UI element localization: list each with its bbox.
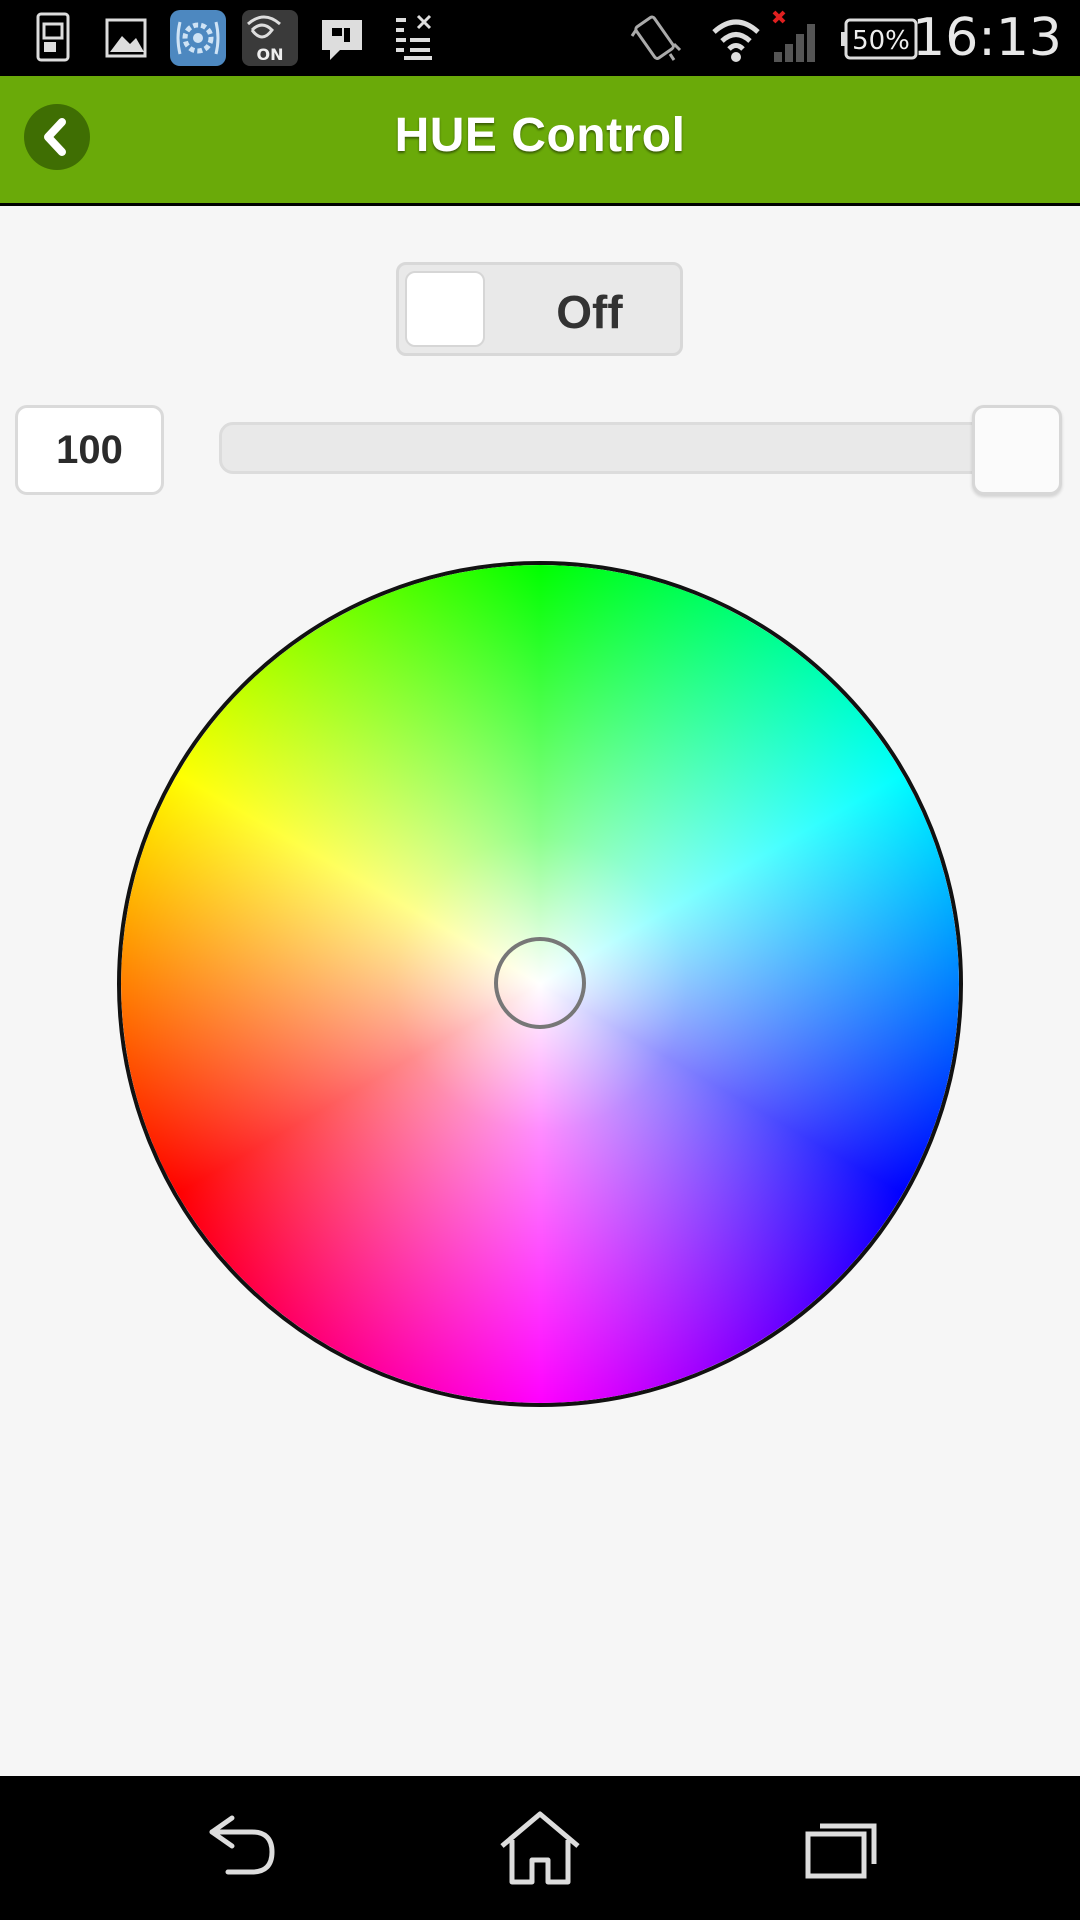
page-title: HUE Control	[394, 109, 686, 162]
nav-bar	[0, 1776, 1080, 1920]
power-toggle[interactable]: Off	[396, 262, 683, 356]
gallery-icon	[104, 10, 148, 66]
svg-text:ON: ON	[257, 45, 284, 64]
home-icon	[500, 1811, 580, 1885]
brightness-value: 100	[15, 405, 164, 495]
screenshot-icon	[34, 10, 74, 66]
svg-text:50%: 50%	[852, 26, 910, 56]
nfc-on-icon: ON	[242, 10, 298, 66]
action-bar: HUE Control	[0, 76, 1080, 206]
toggle-thumb[interactable]	[405, 271, 485, 347]
back-icon	[209, 1815, 275, 1875]
color-selector[interactable]	[494, 937, 586, 1029]
brightness-slider[interactable]	[219, 422, 1059, 474]
vibrate-icon	[630, 10, 682, 66]
settings-app-icon	[170, 10, 226, 66]
toggle-label: Off	[556, 286, 623, 338]
status-bar: ON 50% 16:13	[0, 0, 1080, 76]
wifi-icon	[710, 10, 762, 66]
nav-back-button[interactable]	[192, 1806, 292, 1890]
signal-icon	[768, 10, 822, 66]
status-time: 16:13	[912, 8, 1062, 68]
recents-icon	[805, 1823, 877, 1879]
message-icon	[318, 10, 366, 66]
download-list-icon	[392, 10, 438, 66]
nav-home-button[interactable]	[490, 1806, 590, 1890]
battery-icon: 50%	[840, 10, 920, 66]
brightness-slider-handle[interactable]	[972, 405, 1062, 495]
nav-recents-button[interactable]	[790, 1806, 890, 1890]
